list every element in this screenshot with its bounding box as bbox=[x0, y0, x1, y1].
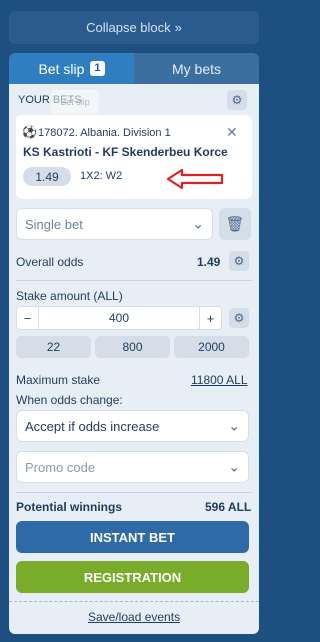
odds-change-select[interactable]: Accept if odds increase ⌄ bbox=[16, 410, 249, 442]
dashed-divider bbox=[9, 601, 259, 602]
tab-my-bets[interactable]: My bets bbox=[134, 53, 259, 84]
chevron-down-icon: ⌄ bbox=[192, 215, 204, 232]
drag-ghost-tab: Bet slip bbox=[51, 90, 99, 114]
stake-increase-button[interactable]: + bbox=[199, 307, 221, 329]
potential-winnings-value: 596 ALL bbox=[205, 500, 252, 514]
divider bbox=[16, 280, 252, 281]
max-stake-label: Maximum stake bbox=[16, 373, 101, 387]
gear-icon: ⚙ bbox=[231, 93, 243, 107]
close-icon[interactable]: ✕ bbox=[226, 124, 238, 141]
bet-tabs: Bet slip 1 My bets bbox=[9, 53, 259, 84]
stake-decrease-button[interactable]: − bbox=[17, 307, 39, 329]
odds-change-label: When odds change: bbox=[16, 393, 123, 407]
collapse-block-button[interactable]: Collapse block » bbox=[9, 11, 259, 44]
double-chevron-right-icon: » bbox=[174, 20, 182, 35]
promo-code-placeholder: Promo code bbox=[25, 459, 96, 475]
potential-winnings-label: Potential winnings bbox=[16, 500, 123, 514]
overall-odds-value: 1.49 bbox=[197, 255, 221, 269]
stake-settings-button[interactable]: ⚙ bbox=[229, 308, 249, 328]
stake-label: Stake amount (ALL) bbox=[16, 289, 123, 303]
gear-icon: ⚙ bbox=[233, 254, 245, 268]
chevron-down-icon: ⌄ bbox=[228, 458, 240, 475]
soccer-ball-icon: ⚽ bbox=[22, 125, 37, 139]
promo-code-field[interactable]: Promo code ⌄ bbox=[16, 451, 249, 483]
divider bbox=[16, 492, 252, 493]
odds-settings-button[interactable]: ⚙ bbox=[229, 251, 249, 271]
gear-icon: ⚙ bbox=[233, 311, 245, 325]
tab-my-bets-label: My bets bbox=[171, 60, 221, 77]
max-stake-link[interactable]: 11800 ALL bbox=[191, 373, 248, 387]
save-load-events-link[interactable]: Save/load events bbox=[88, 610, 180, 624]
instant-bet-button[interactable]: INSTANT BET bbox=[16, 521, 249, 553]
overall-odds-label: Overall odds bbox=[16, 255, 84, 269]
odds-change-value: Accept if odds increase bbox=[25, 418, 160, 434]
bet-league: 178072. Albania. Division 1 bbox=[38, 127, 171, 139]
collapse-label: Collapse block bbox=[86, 20, 171, 35]
stake-preset-3[interactable]: 2000 bbox=[174, 336, 249, 358]
bet-market: 1X2: W2 bbox=[80, 170, 123, 182]
stake-preset-2[interactable]: 800 bbox=[95, 336, 170, 358]
bet-teams: KS Kastrioti - KF Skenderbeu Korce bbox=[23, 145, 228, 159]
stake-stepper: − 400 + bbox=[16, 306, 222, 330]
trash-icon: 🗑 bbox=[225, 216, 245, 233]
stake-preset-1[interactable]: 22 bbox=[16, 336, 91, 358]
delete-bets-button[interactable]: 🗑 bbox=[219, 208, 251, 240]
tab-bet-slip-label: Bet slip bbox=[38, 60, 85, 77]
tab-bet-slip[interactable]: Bet slip 1 bbox=[9, 53, 134, 84]
bet-type-value: Single bet bbox=[25, 216, 83, 232]
bets-settings-button[interactable]: ⚙ bbox=[227, 90, 247, 110]
bet-type-select[interactable]: Single bet ⌄ bbox=[16, 208, 213, 240]
registration-button[interactable]: REGISTRATION bbox=[16, 561, 249, 593]
red-arrow-annotation-icon bbox=[166, 168, 224, 190]
bet-odds: 1.49 bbox=[23, 167, 71, 186]
stake-input[interactable]: 400 bbox=[39, 307, 199, 329]
bet-count-badge: 1 bbox=[90, 61, 105, 76]
chevron-down-icon: ⌄ bbox=[228, 417, 240, 434]
